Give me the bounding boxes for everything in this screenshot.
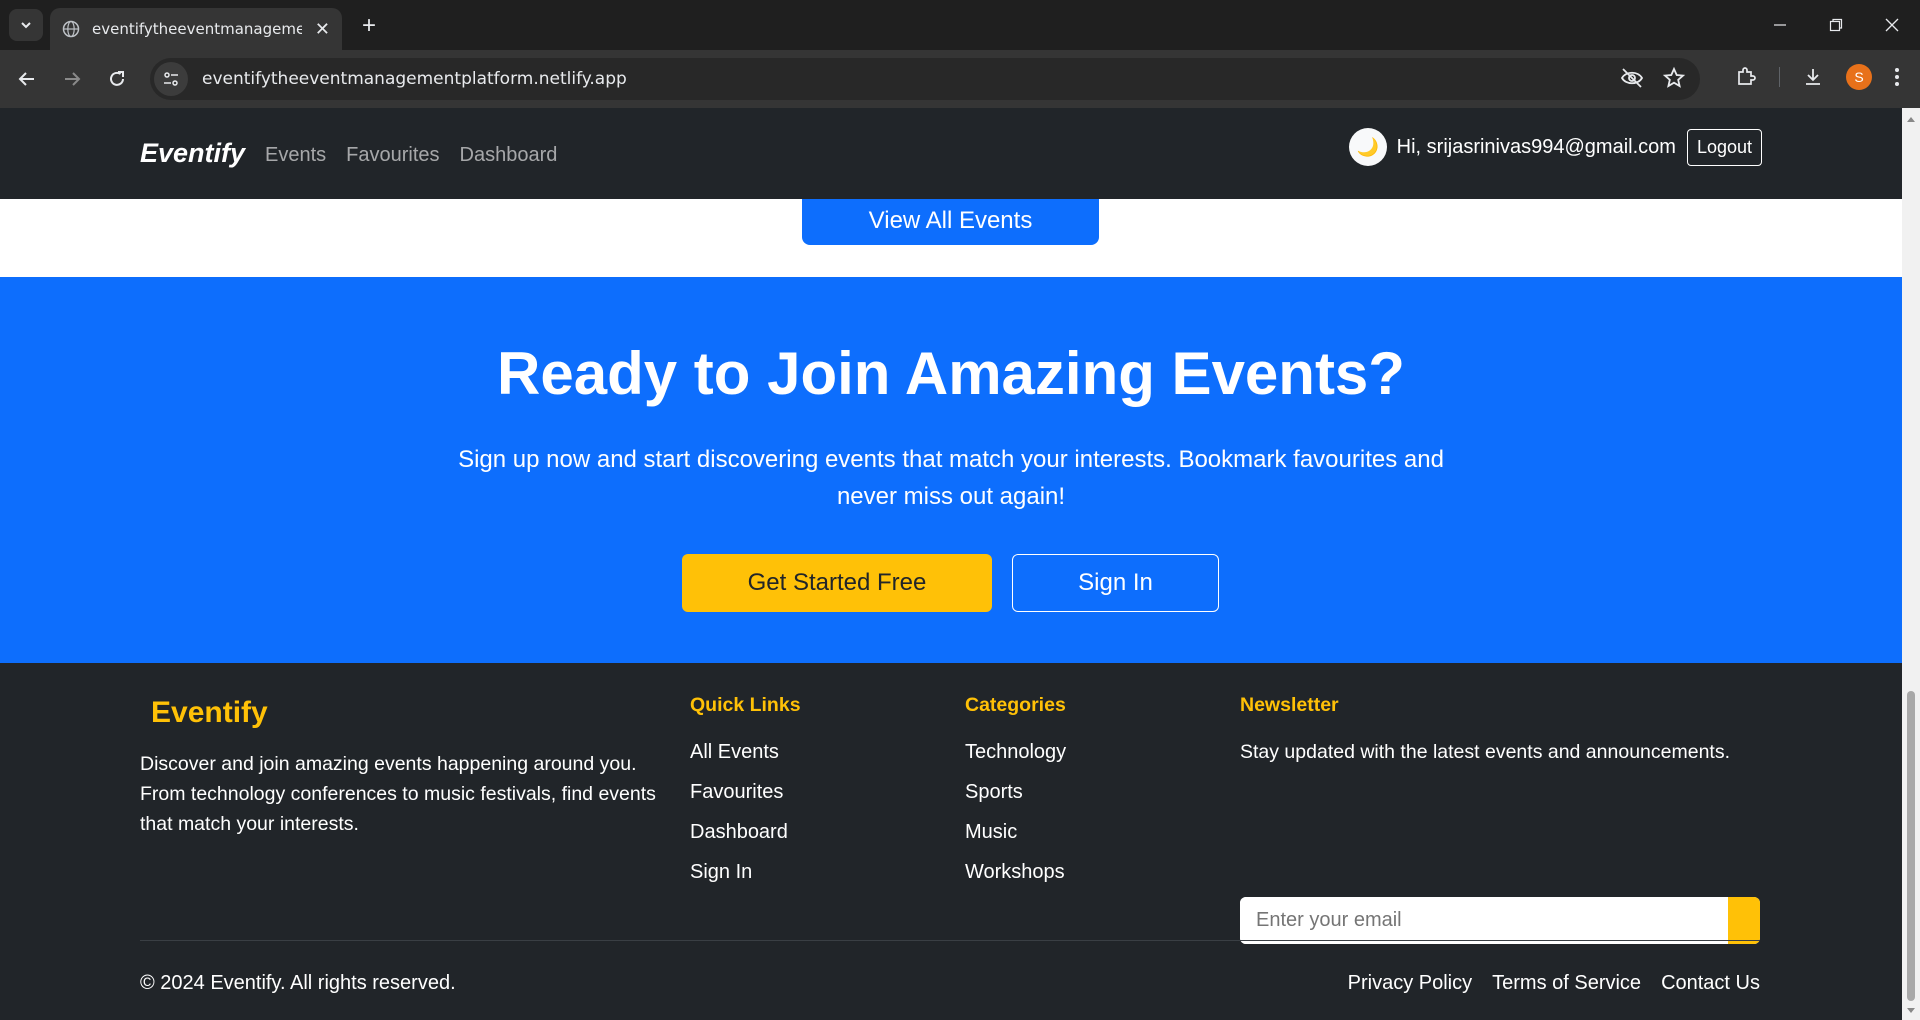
reload-icon[interactable]: [102, 64, 132, 94]
newsletter-column: Newsletter Stay updated with the latest …: [1240, 694, 1730, 764]
logout-button[interactable]: Logout: [1686, 128, 1762, 166]
minimize-icon[interactable]: [1752, 0, 1808, 50]
categories-column: Categories Technology Sports Music Works…: [965, 694, 1066, 901]
footer-divider: [140, 940, 1760, 941]
browser-tab-bar: eventifytheeventmanagementplatform.netli…: [0, 0, 1920, 50]
footer-link-dashboard[interactable]: Dashboard: [690, 821, 801, 861]
forward-arrow-icon[interactable]: [57, 64, 87, 94]
footer-link-sign-in[interactable]: Sign In: [690, 861, 801, 901]
contact-us-link[interactable]: Contact Us: [1661, 972, 1760, 995]
page-viewport: Eventify Events Favourites Dashboard 🌙 H…: [0, 108, 1902, 1020]
scroll-down-icon[interactable]: [1902, 1004, 1920, 1018]
scrollbar-thumb[interactable]: [1907, 691, 1915, 1001]
browser-tab[interactable]: eventifytheeventmanagementplatform.netli…: [50, 8, 342, 50]
terms-of-service-link[interactable]: Terms of Service: [1492, 972, 1641, 995]
user-greeting: Hi, srijasrinivas994@gmail.com: [1396, 135, 1676, 158]
browser-toolbar: eventifytheeventmanagementplatform.netli…: [0, 50, 1920, 108]
tab-title: eventifytheeventmanagementplatform.netli…: [92, 20, 302, 38]
view-all-events-button[interactable]: View All Events: [802, 197, 1099, 245]
restore-icon[interactable]: [1808, 0, 1864, 50]
category-link-workshops[interactable]: Workshops: [965, 861, 1066, 901]
site-footer: Eventify Discover and join amazing event…: [0, 663, 1902, 1020]
download-icon[interactable]: [1802, 66, 1824, 88]
privacy-policy-link[interactable]: Privacy Policy: [1348, 972, 1472, 995]
nav-link-events[interactable]: Events: [265, 144, 326, 167]
newsletter-heading: Newsletter: [1240, 694, 1339, 716]
cta-subtitle: Sign up now and start discovering events…: [458, 446, 1444, 510]
url-text: eventifytheeventmanagementplatform.netli…: [202, 69, 627, 89]
category-link-technology[interactable]: Technology: [965, 741, 1066, 781]
more-menu-icon[interactable]: [1894, 67, 1900, 87]
nav-links: Events Favourites Dashboard: [265, 144, 557, 167]
cta-section: Ready to Join Amazing Events? Sign up no…: [0, 277, 1902, 663]
nav-link-dashboard[interactable]: Dashboard: [460, 144, 558, 167]
back-arrow-icon[interactable]: [12, 64, 42, 94]
globe-icon: [62, 20, 80, 38]
tab-search-chevron-icon[interactable]: [9, 9, 43, 41]
nav-link-favourites[interactable]: Favourites: [346, 144, 439, 167]
categories-heading: Categories: [965, 694, 1066, 716]
page-scrollbar[interactable]: [1902, 108, 1920, 1020]
profile-avatar[interactable]: S: [1846, 64, 1872, 90]
new-tab-button[interactable]: +: [355, 12, 383, 40]
footer-link-favourites[interactable]: Favourites: [690, 781, 801, 821]
address-bar[interactable]: eventifytheeventmanagementplatform.netli…: [150, 58, 1700, 100]
theme-toggle-moon-icon[interactable]: 🌙: [1348, 128, 1387, 166]
get-started-button[interactable]: Get Started Free: [682, 554, 992, 612]
extensions-icon[interactable]: [1735, 66, 1757, 88]
newsletter-subscribe-button[interactable]: [1728, 897, 1760, 944]
footer-description: Discover and join amazing events happeni…: [140, 753, 656, 835]
newsletter-email-input[interactable]: [1240, 897, 1728, 944]
category-link-sports[interactable]: Sports: [965, 781, 1066, 821]
category-link-music[interactable]: Music: [965, 821, 1066, 861]
newsletter-form: [1240, 897, 1760, 944]
bookmark-star-icon[interactable]: [1662, 66, 1686, 90]
cta-title: Ready to Join Amazing Events?: [497, 340, 1405, 407]
sign-in-button[interactable]: Sign In: [1012, 554, 1219, 612]
quick-links-column: Quick Links All Events Favourites Dashbo…: [690, 694, 801, 901]
toolbar-divider: [1779, 67, 1780, 87]
site-navbar: Eventify Events Favourites Dashboard 🌙 H…: [0, 108, 1902, 199]
footer-brand: Eventify: [151, 696, 268, 729]
copyright-text: © 2024 Eventify. All rights reserved.: [140, 972, 456, 994]
close-window-icon[interactable]: [1864, 0, 1920, 50]
window-controls: [1752, 0, 1920, 50]
tab-close-icon[interactable]: ✕: [315, 19, 330, 40]
eye-off-icon[interactable]: [1620, 66, 1644, 90]
navbar-brand[interactable]: Eventify: [140, 138, 245, 169]
legal-links: Privacy Policy Terms of Service Contact …: [1348, 972, 1760, 995]
quick-links-heading: Quick Links: [690, 694, 801, 716]
site-settings-icon[interactable]: [154, 62, 188, 96]
scroll-up-icon[interactable]: [1902, 112, 1920, 126]
newsletter-text: Stay updated with the latest events and …: [1240, 741, 1730, 763]
footer-link-all-events[interactable]: All Events: [690, 741, 801, 781]
